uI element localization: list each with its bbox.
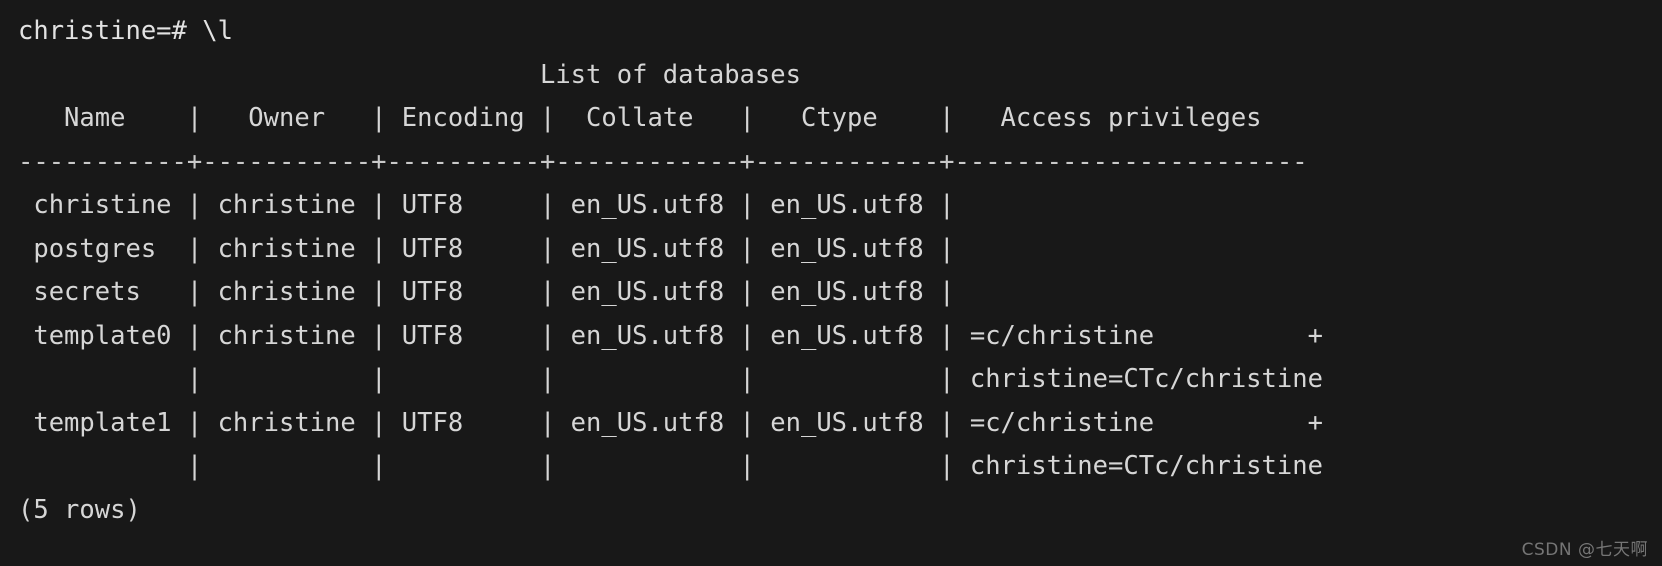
csdn-watermark: CSDN @七天啊: [1521, 540, 1648, 560]
table-row: secrets | christine | UTF8 | en_US.utf8 …: [18, 277, 970, 307]
terminal-prompt-line: christine=# \l: [18, 16, 233, 46]
table-row-continuation: | | | | | christine=CTc/christine: [18, 451, 1323, 481]
table-header-line: Name | Owner | Encoding | Collate | Ctyp…: [18, 103, 1308, 133]
table-row-continuation: | | | | | christine=CTc/christine: [18, 364, 1323, 394]
table-row: template1 | christine | UTF8 | en_US.utf…: [18, 407, 1323, 438]
table-row: christine | christine | UTF8 | en_US.utf…: [18, 190, 970, 220]
table-title-line: List of databases: [18, 59, 801, 90]
row-count-footer: (5 rows): [18, 494, 141, 525]
table-separator-line: -----------+-----------+----------+-----…: [18, 146, 1308, 177]
table-row: postgres | christine | UTF8 | en_US.utf8…: [18, 233, 970, 264]
table-row: template0 | christine | UTF8 | en_US.utf…: [18, 320, 1323, 351]
terminal-window[interactable]: christine=# \l List of databases Name | …: [0, 0, 1662, 566]
